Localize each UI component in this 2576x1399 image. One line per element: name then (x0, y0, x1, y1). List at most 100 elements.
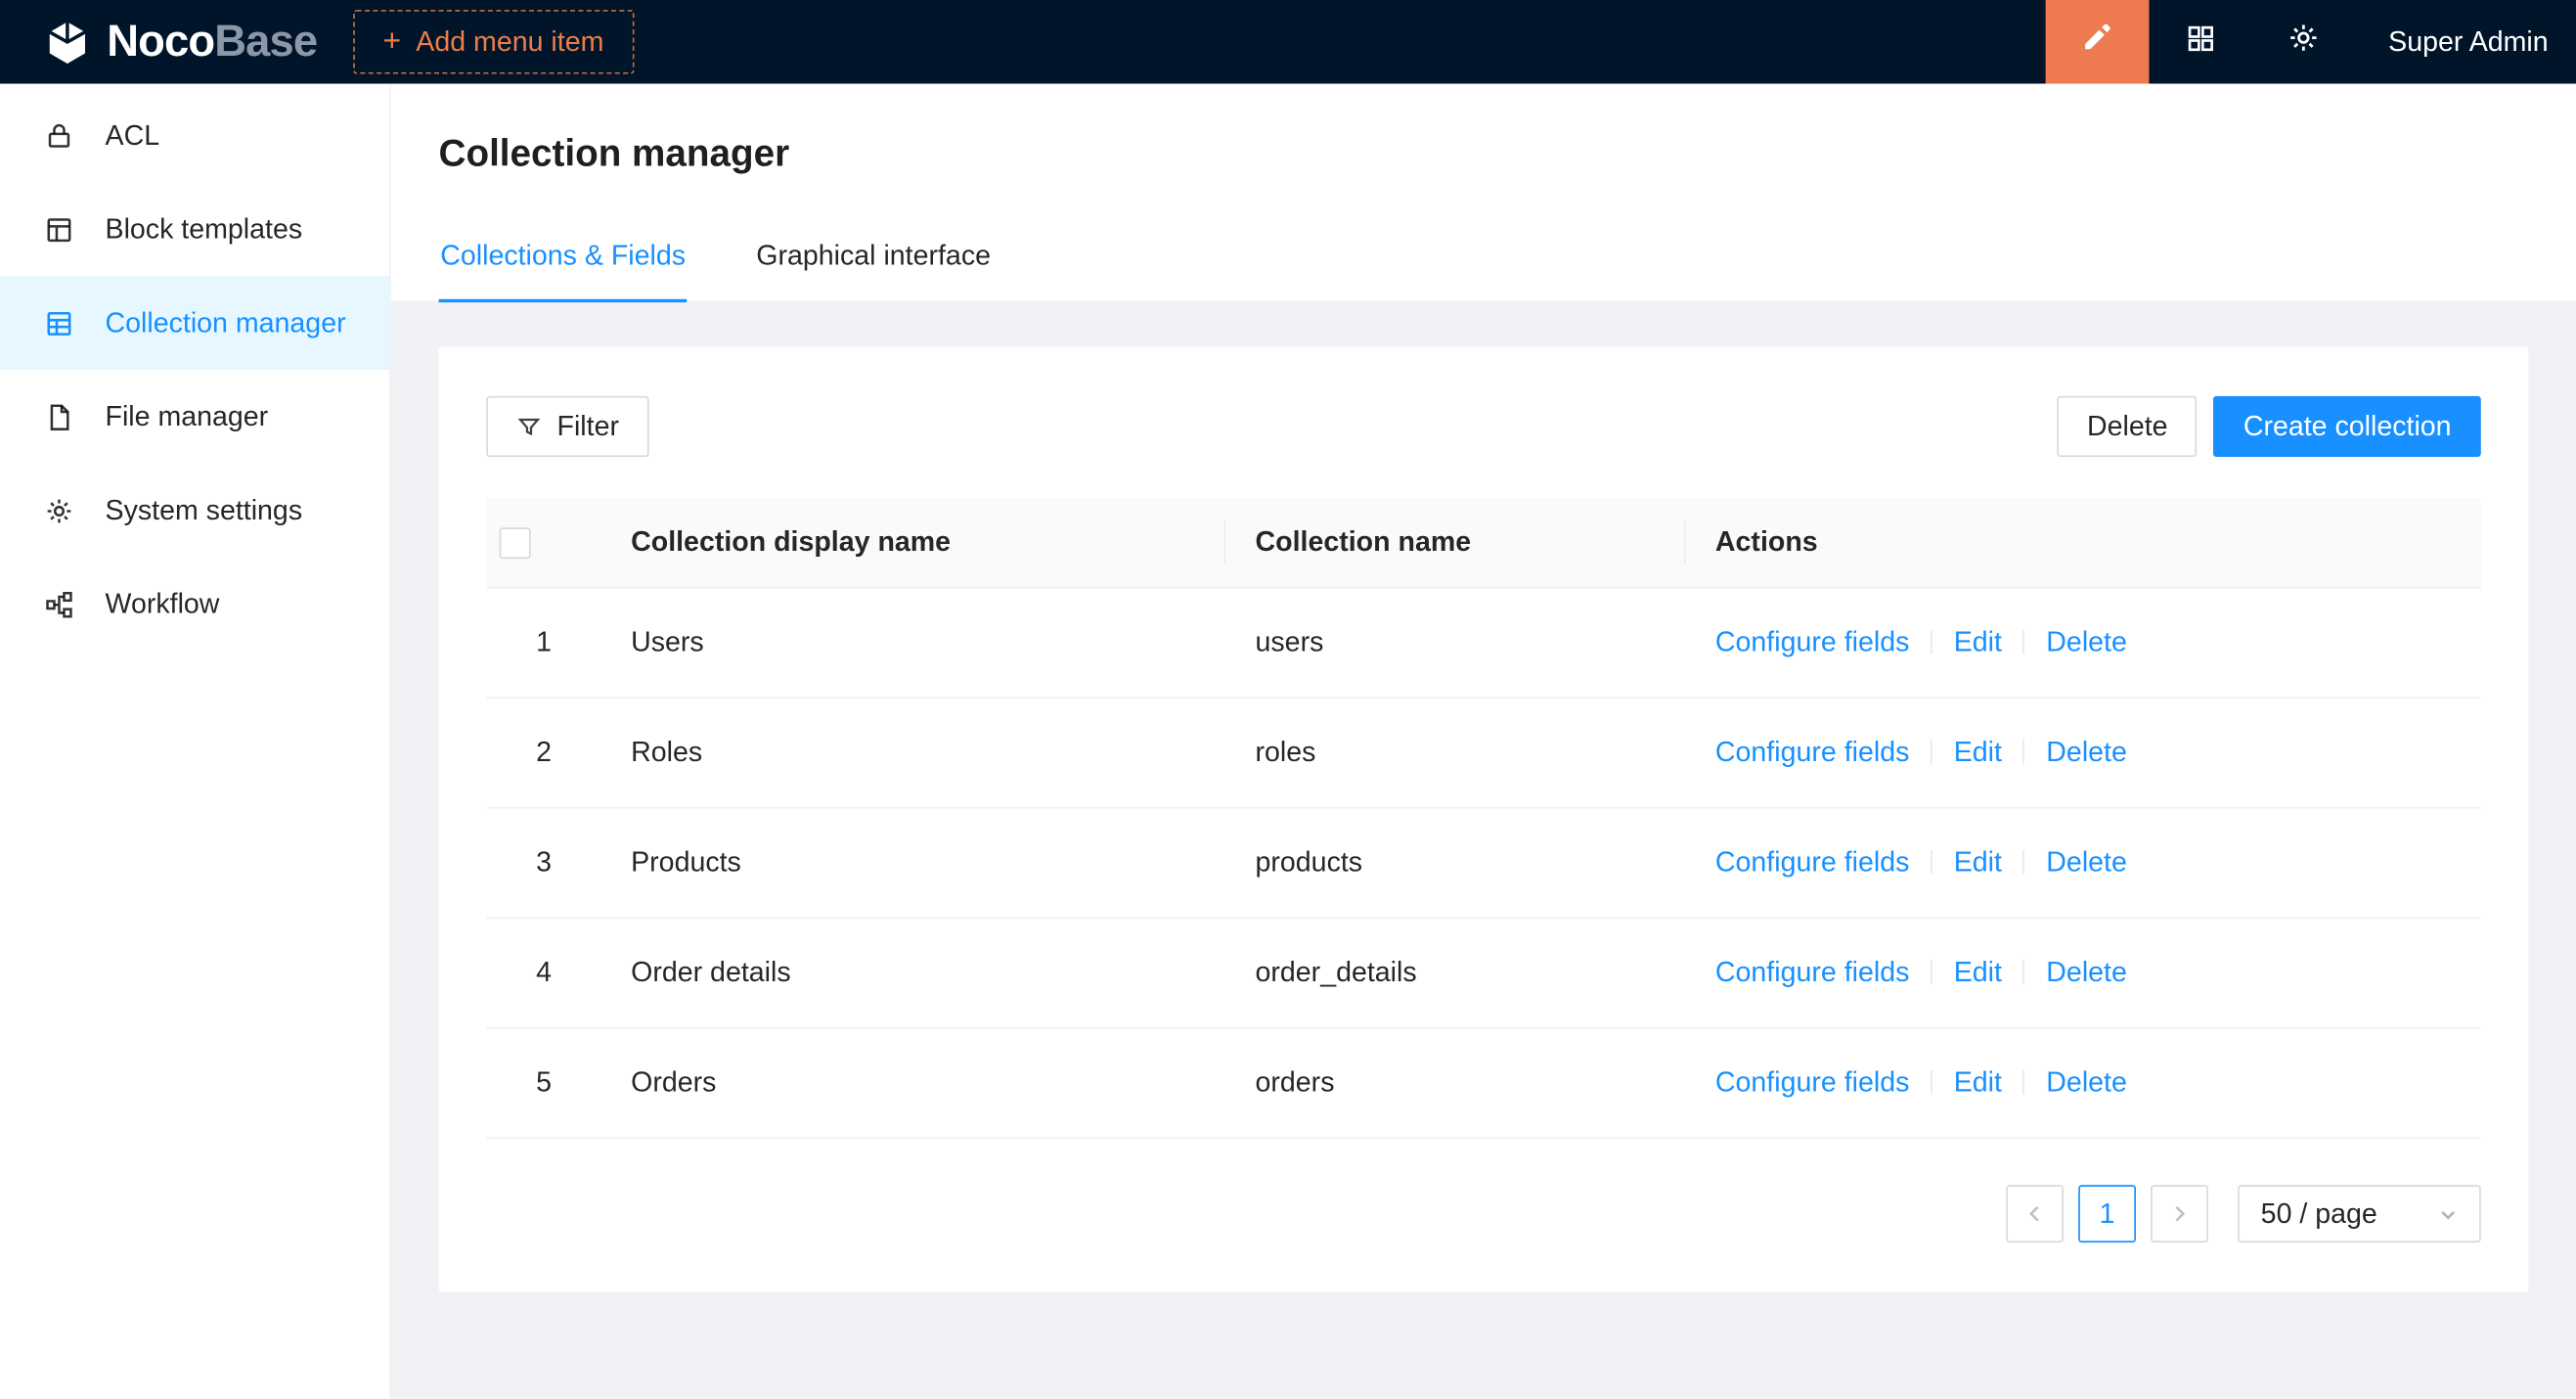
delete-link[interactable]: Delete (2046, 846, 2127, 878)
current-user[interactable]: Super Admin (2356, 25, 2576, 59)
grid-icon (2185, 23, 2216, 62)
brand-logo[interactable]: NocoBase (0, 18, 353, 67)
edit-link[interactable]: Edit (1954, 957, 2002, 988)
table-icon (43, 307, 74, 338)
row-index: 4 (536, 957, 552, 988)
filter-label: Filter (557, 410, 619, 443)
table-row: 4 Order details order_details Configure … (486, 918, 2481, 1028)
edit-link[interactable]: Edit (1954, 1066, 2002, 1098)
lock-icon (43, 120, 74, 152)
table-row: 3 Products products Configure fieldsEdit… (486, 808, 2481, 919)
sidebar-item-collection-manager[interactable]: Collection manager (0, 276, 389, 370)
tab-label: Collections & Fields (440, 240, 686, 271)
brand-name-secondary: Base (214, 17, 317, 66)
page-header: Collection manager Collections & Fields … (391, 84, 2576, 302)
sidebar-item-label: Workflow (106, 588, 220, 621)
page-size-select[interactable]: 50 / page (2238, 1185, 2481, 1242)
sidebar-item-label: File manager (106, 400, 269, 433)
highlighter-icon (2080, 22, 2113, 63)
configure-fields-link[interactable]: Configure fields (1715, 846, 1909, 878)
workflow-icon (43, 588, 74, 619)
action-divider (1931, 850, 1932, 875)
chevron-down-icon (2438, 1204, 2458, 1224)
action-divider (1931, 1070, 1932, 1095)
page-size-value: 50 / page (2261, 1197, 2377, 1231)
action-divider (2023, 629, 2025, 654)
action-divider (2023, 850, 2025, 875)
delete-link[interactable]: Delete (2046, 957, 2127, 988)
column-header-name: Collection name (1256, 526, 1472, 558)
layout-icon (43, 213, 74, 245)
configure-fields-link[interactable]: Configure fields (1715, 957, 1909, 988)
pagination-prev-button[interactable] (2006, 1185, 2064, 1242)
action-divider (2023, 960, 2025, 984)
action-divider (1931, 740, 1932, 764)
collection-display-name: Products (631, 846, 741, 878)
filter-button[interactable]: Filter (486, 396, 648, 457)
pagination-page-1[interactable]: 1 (2078, 1185, 2136, 1242)
collection-name: order_details (1256, 957, 1417, 988)
collection-name: orders (1256, 1066, 1335, 1098)
system-settings-button[interactable] (2252, 0, 2356, 84)
edit-link[interactable]: Edit (1954, 737, 2002, 768)
pagination-current-page: 1 (2100, 1197, 2115, 1231)
collection-name: products (1256, 846, 1363, 878)
sidebar-item-acl[interactable]: ACL (0, 89, 389, 183)
sidebar-item-label: System settings (106, 494, 303, 527)
edit-link[interactable]: Edit (1954, 846, 2002, 878)
delete-button[interactable]: Delete (2058, 396, 2198, 457)
add-menu-item-button[interactable]: + Add menu item (353, 10, 633, 74)
sidebar-item-file-manager[interactable]: File manager (0, 370, 389, 464)
tab-graphical-interface[interactable]: Graphical interface (755, 217, 993, 301)
table-row: 1 Users users Configure fieldsEditDelete (486, 588, 2481, 699)
column-header-actions: Actions (1715, 526, 1818, 558)
create-collection-button[interactable]: Create collection (2214, 396, 2481, 457)
sidebar-item-workflow[interactable]: Workflow (0, 558, 389, 652)
collection-name: roles (1256, 737, 1316, 768)
table-row: 5 Orders orders Configure fields Edit Dele… (486, 1028, 2481, 1139)
sidebar: ACL Block templates Collection manager F… (0, 84, 391, 1399)
configure-fields-link[interactable]: Configure fields (1715, 1066, 1909, 1098)
filter-icon (516, 414, 543, 440)
chevron-left-icon (2025, 1197, 2043, 1231)
tab-collections-fields[interactable]: Collections & Fields (439, 217, 688, 301)
sidebar-item-block-templates[interactable]: Block templates (0, 182, 389, 276)
row-index: 1 (536, 626, 552, 657)
sidebar-item-label: ACL (106, 119, 160, 153)
sidebar-item-system-settings[interactable]: System settings (0, 464, 389, 558)
collection-display-name: Roles (631, 737, 702, 768)
plugins-button[interactable] (2149, 0, 2252, 84)
plus-icon: + (383, 26, 402, 58)
table-header-row: Collection display name Collection name … (486, 498, 2481, 588)
brand-name: NocoBase (107, 20, 317, 64)
sidebar-item-label: Collection manager (106, 306, 346, 339)
add-menu-item-label: Add menu item (416, 25, 603, 59)
content-area: Filter Delete Create collection (391, 302, 2576, 1399)
brand-name-primary: Noco (107, 17, 214, 66)
action-divider (1931, 629, 1932, 654)
configure-fields-link[interactable]: Configure fields (1715, 626, 1909, 657)
pagination: 1 50 / page (486, 1185, 2481, 1242)
delete-link[interactable]: Delete (2046, 1066, 2127, 1098)
edit-link[interactable]: Edit (1954, 626, 2002, 657)
column-header-display-name: Collection display name (631, 526, 951, 558)
design-mode-button[interactable] (2045, 0, 2149, 84)
collection-display-name: Users (631, 626, 704, 657)
select-all-cell (486, 498, 601, 588)
delete-link[interactable]: Delete (2046, 626, 2127, 657)
page-title: Collection manager (439, 128, 2529, 179)
select-all-checkbox[interactable] (500, 527, 531, 559)
pagination-next-button[interactable] (2151, 1185, 2208, 1242)
collection-display-name: Order details (631, 957, 791, 988)
delete-label: Delete (2087, 410, 2168, 443)
configure-fields-link[interactable]: Configure fields (1715, 737, 1909, 768)
row-index: 5 (536, 1066, 552, 1098)
collection-display-name: Orders (631, 1066, 716, 1098)
app: NocoBase + Add menu item Super (0, 0, 2576, 1399)
tab-label: Graphical interface (756, 240, 991, 271)
header-actions: Super Admin (2045, 0, 2576, 84)
file-icon (43, 401, 74, 432)
collections-table: Collection display name Collection name … (486, 498, 2481, 1139)
delete-link[interactable]: Delete (2046, 737, 2127, 768)
chevron-right-icon (2170, 1197, 2188, 1231)
